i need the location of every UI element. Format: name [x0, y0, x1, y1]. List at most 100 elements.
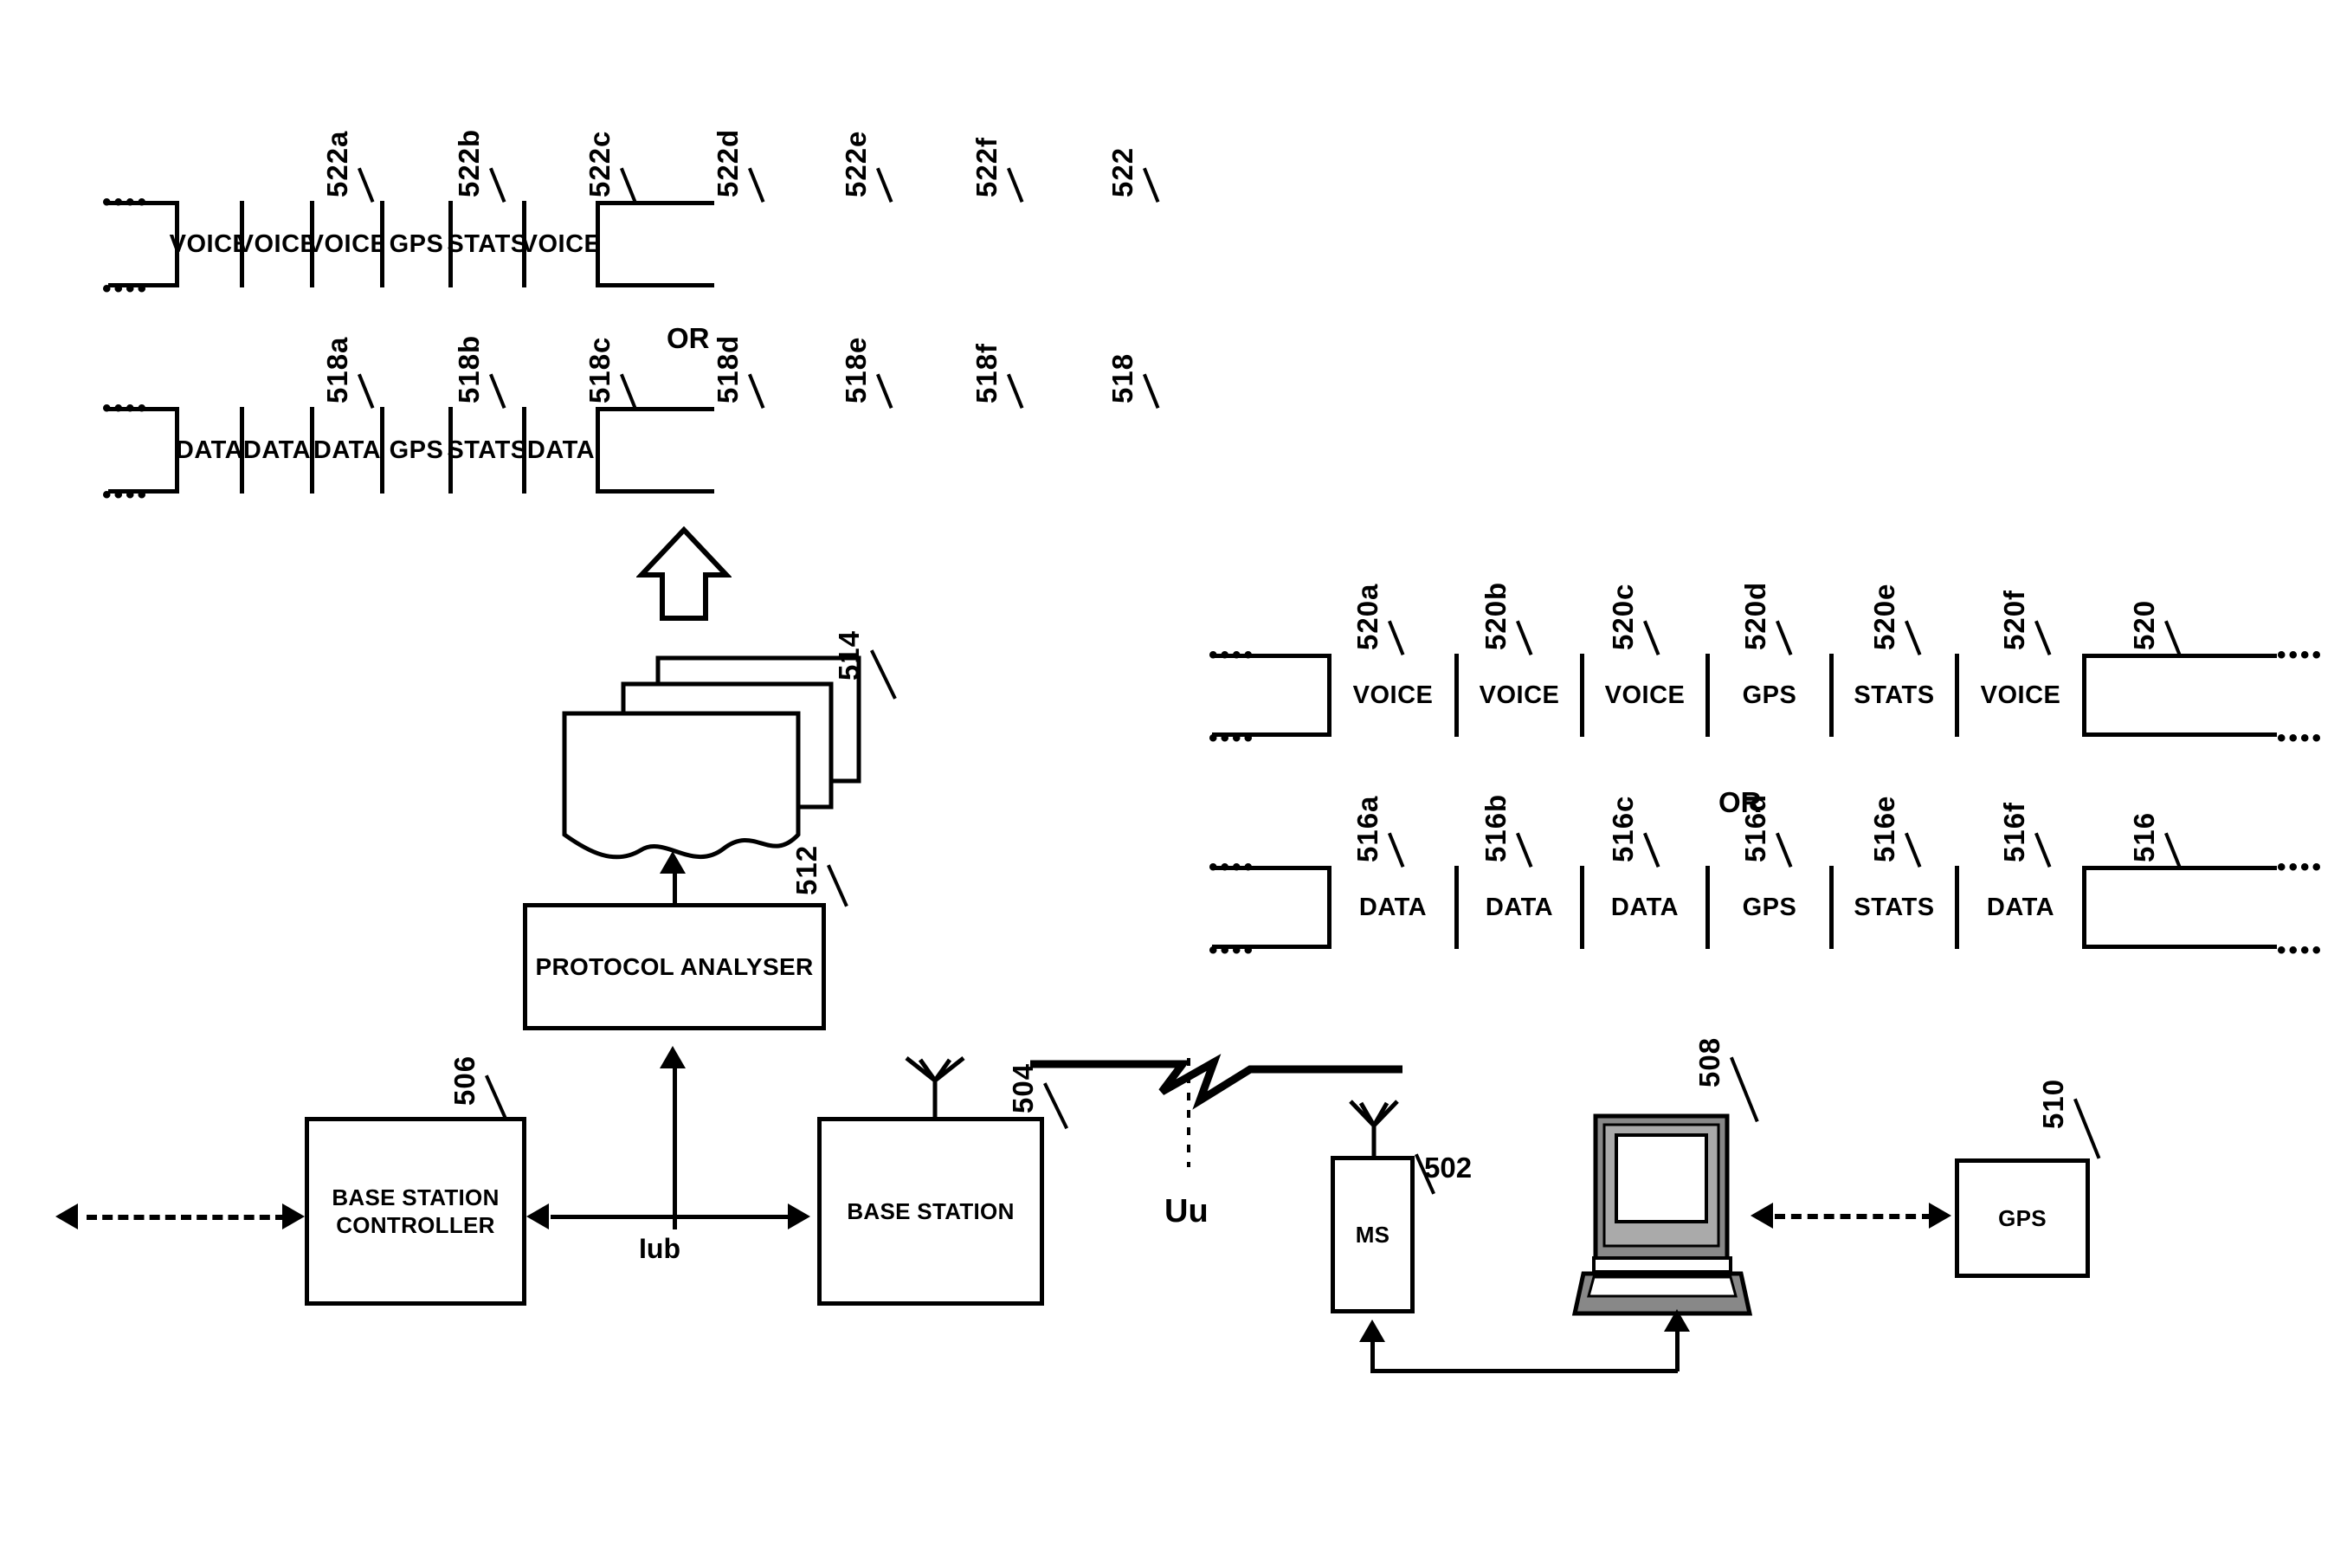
laptop-gps-arrow-left	[1751, 1203, 1773, 1229]
ref-518b: 518b	[453, 334, 485, 403]
ref-508: 508	[1693, 1036, 1725, 1087]
frame-cell: DATA	[522, 407, 600, 494]
frame-cell: VOICE	[1580, 654, 1710, 737]
output-up-arrow	[636, 526, 732, 621]
bsc-external-link-arrow-left	[55, 1203, 78, 1229]
frame-cell: DATA	[240, 407, 314, 494]
ref-516: 516	[2128, 811, 2160, 862]
cable-arrow-into-laptop	[1664, 1309, 1690, 1332]
frame-cell: DATA	[1580, 866, 1710, 949]
bsc-label-line1: BASE STATION	[332, 1184, 500, 1210]
leader-518a	[358, 373, 375, 409]
frame-cell: STATS	[447, 407, 527, 494]
laptop-ms-cable-bottom	[1370, 1369, 1678, 1373]
ref-516f: 516f	[1998, 801, 2030, 862]
frame-cell: GPS	[1705, 866, 1834, 949]
or-label-left: OR	[667, 322, 710, 354]
leader-516e	[1905, 832, 1922, 868]
frame-cell: STATS	[447, 201, 527, 287]
frame-cell: GPS	[380, 201, 453, 287]
leader-520f	[2034, 620, 2052, 655]
ref-522d: 522d	[712, 128, 744, 197]
leader-522	[1143, 167, 1160, 203]
frame-cell: VOICE	[1327, 654, 1459, 737]
frame-cell: VOICE	[1955, 654, 2086, 737]
ref-516e: 516e	[1868, 795, 1900, 862]
leader-520d	[1776, 620, 1793, 655]
frame-cell: DATA	[1454, 866, 1584, 949]
leader-516c	[1643, 832, 1660, 868]
ref-518d: 518d	[712, 334, 744, 403]
leader-518	[1143, 373, 1160, 409]
ref-522a: 522a	[321, 130, 353, 197]
bsc-external-link	[87, 1215, 286, 1220]
base-station-label: BASE STATION	[847, 1197, 1015, 1224]
leader-506	[485, 1074, 508, 1121]
ref-514: 514	[833, 629, 865, 681]
frame-train-518: DATA DATA DATA GPS STATS DATA	[108, 407, 714, 494]
mobile-station-antenna-icon	[1349, 1100, 1399, 1160]
ref-518c: 518c	[584, 336, 616, 403]
display-window-stack	[562, 655, 861, 860]
uu-label: Uu	[1164, 1193, 1209, 1229]
bsc-label-line2: CONTROLLER	[336, 1212, 495, 1238]
leader-516d	[1776, 832, 1793, 868]
gps-box[interactable]: GPS	[1955, 1158, 2090, 1278]
iub-arrow-to-bsc	[526, 1203, 549, 1229]
iub-arrow-to-bs	[788, 1203, 810, 1229]
iub-bus-line	[551, 1215, 793, 1219]
frame-cell: STATS	[1829, 866, 1959, 949]
leader-518e	[876, 373, 893, 409]
cable-arrow-into-ms	[1359, 1320, 1385, 1342]
frame-train-522: VOICE VOICE VOICE GPS STATS VOICE	[108, 201, 714, 287]
ref-516d: 516d	[1739, 793, 1771, 862]
leader-518c	[620, 373, 637, 409]
ref-506: 506	[448, 1055, 480, 1106]
leader-522f	[1007, 167, 1024, 203]
frame-cell: STATS	[1829, 654, 1959, 737]
ref-518e: 518e	[840, 336, 872, 403]
analyser-to-display-arrowhead	[660, 851, 686, 874]
base-station-box[interactable]: BASE STATION	[817, 1117, 1044, 1306]
protocol-analyser-box[interactable]: PROTOCOL ANALYSER	[523, 903, 826, 1030]
ref-510: 510	[2037, 1078, 2069, 1129]
leader-520e	[1905, 620, 1922, 655]
ref-520f: 520f	[1998, 589, 2030, 650]
frame-train-end	[596, 407, 638, 494]
laptop-gps-link	[1775, 1214, 1932, 1219]
mobile-station-label: MS	[1355, 1221, 1390, 1248]
frame-cell: GPS	[1705, 654, 1834, 737]
mobile-station-box[interactable]: MS	[1331, 1156, 1415, 1313]
leader-510	[2073, 1098, 2101, 1159]
leader-522d	[748, 167, 765, 203]
ref-502: 502	[1424, 1152, 1473, 1184]
leader-522b	[489, 167, 506, 203]
ref-522e: 522e	[840, 130, 872, 197]
ref-520c: 520c	[1607, 583, 1639, 650]
frame-cell: VOICE	[1454, 654, 1584, 737]
protocol-analyser-label: PROTOCOL ANALYSER	[535, 953, 814, 980]
ref-522c: 522c	[584, 130, 616, 197]
frame-train-end	[596, 201, 638, 287]
ref-522b: 522b	[453, 128, 485, 197]
laptop-gps-arrow-right	[1929, 1203, 1951, 1229]
bsc-external-link-arrow-right	[282, 1203, 305, 1229]
ref-518: 518	[1106, 352, 1138, 403]
frame-cell: DATA	[1327, 866, 1459, 949]
leader-518d	[748, 373, 765, 409]
base-station-controller-box[interactable]: BASE STATION CONTROLLER	[305, 1117, 526, 1306]
laptop-ms-cable-right	[1675, 1330, 1680, 1371]
ref-520e: 520e	[1868, 583, 1900, 650]
ref-520: 520	[2128, 599, 2160, 650]
ref-518a: 518a	[321, 336, 353, 403]
laptop-ms-cable-left	[1370, 1340, 1375, 1371]
frame-cell: VOICE	[307, 201, 387, 287]
leader-522a	[358, 167, 375, 203]
frame-cell: DATA	[175, 407, 244, 494]
frame-train-end	[2082, 654, 2125, 737]
ref-522: 522	[1106, 146, 1138, 197]
frame-cell: DATA	[310, 407, 384, 494]
leader-518b	[489, 373, 506, 409]
leader-522c	[620, 167, 637, 203]
leader-520c	[1643, 620, 1660, 655]
